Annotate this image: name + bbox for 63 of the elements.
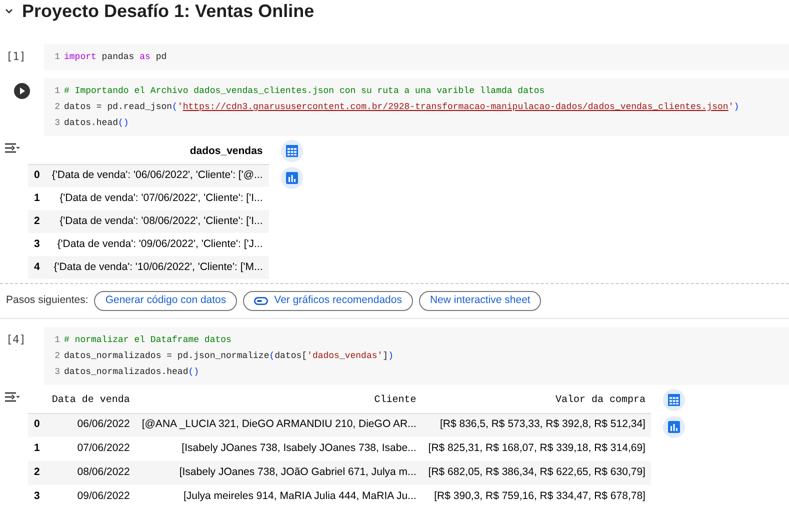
code-line: datos.head() [64, 117, 129, 130]
row-index: 1 [28, 437, 46, 461]
section-title: Proyecto Desafío 1: Ventas Online [22, 0, 314, 23]
code-line: datos = pd.read_json('https://cdn3.gnarususercontent.com.br/2928-transformacao-manipulacao-dados/dados_vendas_clientes.json') [64, 101, 740, 114]
code-line: datos_normalizados.head() [64, 366, 200, 379]
execution-count: [4] [6, 332, 26, 348]
line-number: 2 [54, 350, 61, 363]
row-index: 2 [28, 210, 46, 233]
table-cell: [Isabely JOanes 738, JOãO Gabriel 671, Julya m... [136, 461, 422, 485]
row-index: 1 [28, 187, 46, 210]
code-editor[interactable]: 1 import pandas as pd [44, 44, 789, 70]
next-steps-label: Pasos siguientes: [6, 293, 88, 308]
code-editor[interactable] [44, 78, 789, 136]
table-cell: 06/06/2022 [46, 413, 136, 437]
suggestion-button[interactable]: Generar código con datos [94, 291, 238, 311]
chart-icon[interactable] [663, 416, 686, 438]
table-cell: [R$ 390,3, R$ 759,16, R$ 334,47, R$ 678,78] [422, 485, 652, 509]
line-number: 3 [54, 117, 61, 130]
line-number: 1 [54, 334, 61, 347]
table-icon[interactable] [663, 389, 686, 411]
row-index: 0 [28, 413, 46, 437]
table-cell: [Julya meireles 914, MaRIA Julia 444, MaRIA Ju... [136, 485, 422, 509]
line-number: 3 [54, 366, 61, 379]
row-index: 0 [28, 164, 46, 187]
table-icon[interactable] [280, 140, 303, 162]
table-cell: {'Data de venda': '09/06/2022', 'Cliente': ['J... [46, 233, 269, 256]
suggestion-button[interactable]: Ver gráficos recomendados [243, 291, 413, 311]
code-line: import pandas as pd [64, 51, 167, 64]
output-toggle-icon[interactable] [4, 391, 20, 403]
chart-icon[interactable] [280, 167, 303, 189]
table-cell: {'Data de venda': '10/06/2022', 'Cliente': ['M... [46, 256, 269, 279]
table-cell: 08/06/2022 [46, 461, 136, 485]
column-header: Cliente [136, 389, 422, 413]
execution-count: [1] [6, 49, 26, 65]
column-header: Valor da compra [422, 389, 652, 413]
column-header: Data de venda [46, 389, 136, 413]
table-cell: [@ANA _LUCIA 321, DieGO ARMANDIU 210, DieGO AR... [136, 413, 422, 437]
run-button[interactable] [14, 83, 30, 99]
row-index: 3 [28, 485, 46, 509]
code-line: datos_normalizados = pd.json_normalize(datos['dados_vendas']) [64, 350, 394, 363]
table-cell: 09/06/2022 [46, 485, 136, 509]
table-cell: [Isabely JOanes 738, Isabely JOanes 738, Isabe... [136, 437, 422, 461]
line-number: 2 [54, 101, 61, 114]
table-cell: 07/06/2022 [46, 437, 136, 461]
code-line: # normalizar el Dataframe datos [64, 334, 232, 347]
table-cell: {'Data de venda': '07/06/2022', 'Cliente': ['I... [46, 187, 269, 210]
toggle-icon [254, 297, 268, 305]
code-line: # Importando el Archivo dados_vendas_clientes.json con su ruta a una varible llamda datos [64, 85, 545, 98]
line-number: 1 [54, 85, 61, 98]
code-editor[interactable]: 1 # normalizar el Dataframe datos 2 datos_normalizados = pd.json_normalize(datos['dados_vendas']) 3 datos_normalizados.head() [44, 327, 789, 385]
table-cell: {'Data de venda': '08/06/2022', 'Cliente': ['I... [46, 210, 269, 233]
table-cell: {'Data de venda': '06/06/2022', 'Cliente': ['@... [46, 164, 269, 187]
row-index: 2 [28, 461, 46, 485]
column-header: dados_vendas [46, 140, 269, 164]
table-cell: [R$ 682,05, R$ 386,34, R$ 622,65, R$ 630,79] [422, 461, 652, 485]
row-index: 4 [28, 256, 46, 279]
chevron-icon[interactable] [4, 6, 14, 16]
output-toggle-icon[interactable] [4, 142, 20, 154]
suggestion-button[interactable]: New interactive sheet [418, 291, 542, 311]
line-number: 1 [54, 51, 61, 64]
table-cell: [R$ 825,31, R$ 168,07, R$ 339,18, R$ 314,69] [422, 437, 652, 461]
row-index: 3 [28, 233, 46, 256]
table-cell: [R$ 836,5, R$ 573,33, R$ 392,8, R$ 512,34] [422, 413, 652, 437]
